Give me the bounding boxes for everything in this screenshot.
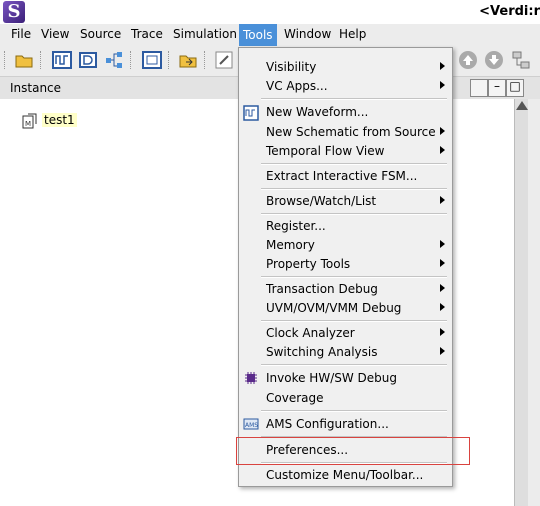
menu-tools[interactable]: Tools [239,24,277,46]
menu-item-transaction-debug[interactable]: Transaction Debug [266,282,378,296]
toolbar-separator [4,51,7,69]
menu-divider [261,364,447,366]
menu-item-memory[interactable]: Memory [266,238,315,252]
menu-trace[interactable]: Trace [131,27,163,41]
submenu-arrow-icon [440,240,445,248]
menu-divider [261,276,447,278]
svg-text:AMS: AMS [245,422,258,429]
fsm-icon[interactable] [142,50,162,70]
toolbar-separator [204,51,207,69]
menu-item-new-schematic[interactable]: New Schematic from Source [266,125,436,139]
toolbar-separator [40,51,43,69]
submenu-arrow-icon [440,284,445,292]
tree-item-label: test1 [42,113,77,127]
open-folder-icon[interactable] [14,50,34,70]
menu-item-uvm-debug[interactable]: UVM/OVM/VMM Debug [266,301,401,315]
instance-panel-title: Instance [10,81,62,95]
menu-source[interactable]: Source [80,27,121,41]
waveform-icon [243,105,259,121]
waveform-icon[interactable] [52,50,72,70]
submenu-arrow-icon [440,81,445,89]
menu-item-temporal-flow-view[interactable]: Temporal Flow View [266,144,384,158]
right-edge-panel [528,99,540,506]
submenu-arrow-icon [440,259,445,267]
menu-bar: File View Source Trace Simulation Tools … [0,24,540,46]
edit-icon[interactable] [214,50,234,70]
menu-item-customize-menu-toolbar[interactable]: Customize Menu/Toolbar... [266,468,423,482]
menu-simulation[interactable]: Simulation [173,27,237,41]
window-title: <Verdi:r [479,4,540,19]
vertical-scrollbar[interactable] [514,99,529,506]
scroll-up-arrow-icon[interactable] [516,101,528,110]
preferences-highlight-box [236,437,470,465]
menu-item-coverage[interactable]: Coverage [266,391,324,405]
menu-divider [261,98,447,100]
panel-minimize-button[interactable]: – [488,79,506,97]
schematic-icon[interactable] [78,50,98,70]
panel-maximize-button[interactable]: □ [506,79,524,97]
menu-item-clock-analyzer[interactable]: Clock Analyzer [266,326,355,340]
tree-view-icon[interactable] [511,50,531,70]
verdi-logo-icon: S [3,1,25,23]
menu-divider [261,188,447,190]
submenu-arrow-icon [440,127,445,135]
menu-item-browse-watch-list[interactable]: Browse/Watch/List [266,194,376,208]
submenu-arrow-icon [440,328,445,336]
menu-file[interactable]: File [11,27,31,41]
menu-item-visibility[interactable]: Visibility [266,60,316,74]
submenu-arrow-icon [440,196,445,204]
chip-icon [245,372,257,384]
submenu-arrow-icon [440,146,445,154]
toolbar-separator [168,51,171,69]
menu-divider [261,163,447,165]
menu-item-property-tools[interactable]: Property Tools [266,257,350,271]
menu-divider [261,320,447,322]
menu-item-switching-analysis[interactable]: Switching Analysis [266,345,378,359]
menu-item-register[interactable]: Register... [266,219,326,233]
svg-text:M: M [25,120,31,128]
submenu-arrow-icon [440,62,445,70]
menu-item-ams-configuration[interactable]: AMS Configuration... [266,417,389,431]
submenu-arrow-icon [440,347,445,355]
menu-divider [261,213,447,215]
tools-menu-dropdown: Visibility VC Apps... New Waveform... Ne… [238,47,453,487]
menu-item-new-waveform[interactable]: New Waveform... [266,105,368,119]
folder-arrow-icon[interactable] [178,50,198,70]
submenu-arrow-icon [440,303,445,311]
module-instance-icon: M [22,113,37,129]
panel-float-button[interactable] [470,79,488,97]
menu-item-vc-apps[interactable]: VC Apps... [266,79,328,93]
menu-window[interactable]: Window [284,27,331,41]
ams-icon: AMS [243,418,259,430]
toolbar-separator [130,51,133,69]
menu-help[interactable]: Help [339,27,366,41]
down-arrow-icon[interactable] [484,50,504,70]
up-arrow-icon[interactable] [458,50,478,70]
title-bar: S <Verdi:r [0,0,540,24]
menu-item-invoke-hw-sw-debug[interactable]: Invoke HW/SW Debug [266,371,397,385]
hierarchy-icon[interactable] [104,50,124,70]
menu-view[interactable]: View [41,27,69,41]
menu-item-extract-fsm[interactable]: Extract Interactive FSM... [266,169,417,183]
menu-divider [261,410,447,412]
